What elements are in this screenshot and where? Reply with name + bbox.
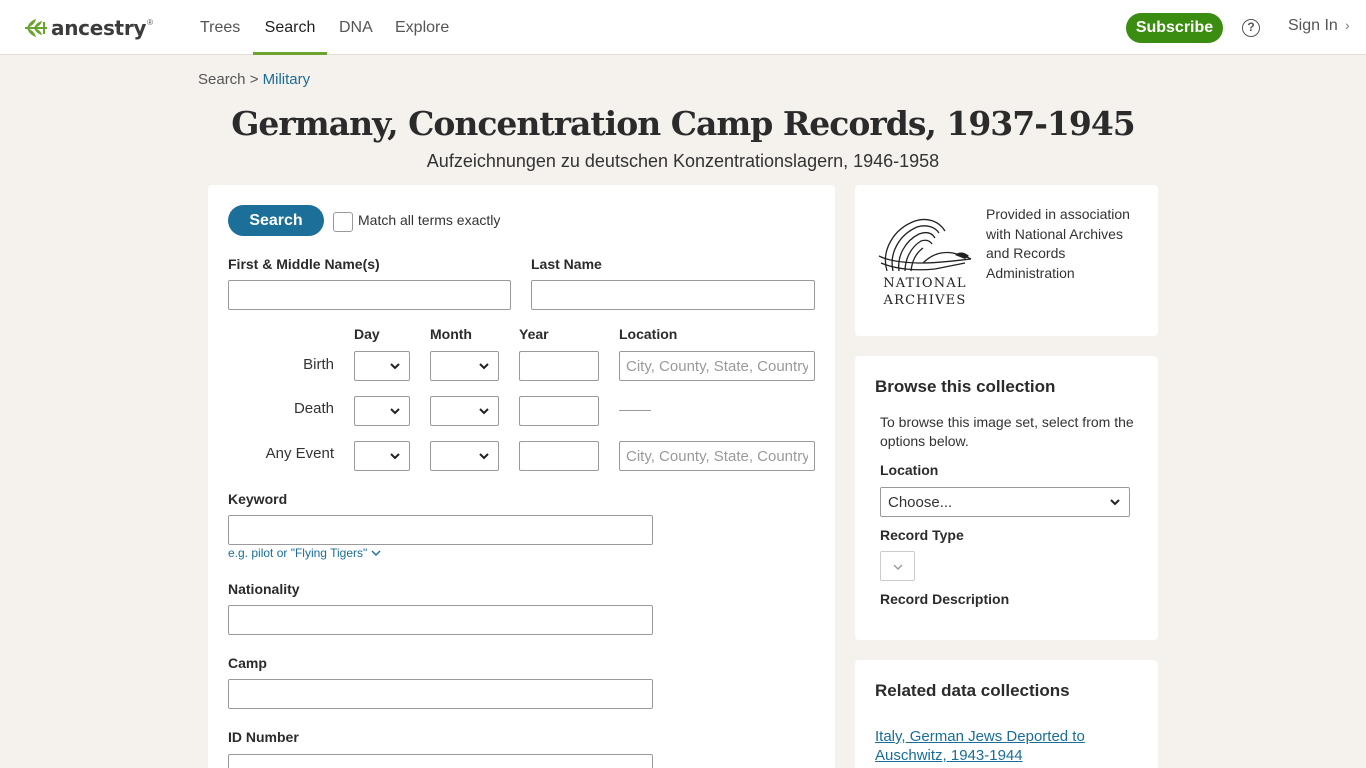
sign-in-link[interactable]: Sign In bbox=[1288, 17, 1338, 35]
nav-trees[interactable]: Trees bbox=[200, 0, 240, 55]
breadcrumb-military[interactable]: Military bbox=[263, 71, 311, 88]
match-exact-label: Match all terms exactly bbox=[358, 212, 501, 228]
national-archives-logo: NATIONAL ARCHIVES bbox=[878, 218, 972, 307]
breadcrumb-separator: > bbox=[249, 71, 259, 88]
nav-explore[interactable]: Explore bbox=[395, 0, 449, 55]
chevron-down-icon bbox=[390, 408, 400, 415]
match-exact-checkbox[interactable] bbox=[333, 212, 353, 232]
any-event-year-input[interactable] bbox=[519, 441, 599, 471]
keyword-hint-text: e.g. pilot or "Flying Tigers" bbox=[228, 546, 368, 560]
browse-location-value: Choose... bbox=[888, 494, 953, 511]
id-number-input[interactable] bbox=[228, 754, 653, 768]
breadcrumb: Search > Military bbox=[198, 71, 310, 88]
nav-dna[interactable]: DNA bbox=[339, 0, 373, 55]
first-name-input[interactable] bbox=[228, 280, 511, 310]
related-collections-panel: Related data collections Italy, German J… bbox=[855, 660, 1158, 768]
related-title: Related data collections bbox=[875, 681, 1070, 700]
browse-location-select[interactable]: Choose... bbox=[880, 487, 1130, 517]
camp-label: Camp bbox=[228, 655, 267, 671]
death-month-select[interactable] bbox=[430, 396, 499, 426]
nationality-label: Nationality bbox=[228, 581, 300, 597]
birth-month-select[interactable] bbox=[430, 351, 499, 381]
chevron-down-icon bbox=[479, 408, 489, 415]
any-event-row-label: Any Event bbox=[265, 445, 334, 462]
nav-search[interactable]: Search bbox=[253, 0, 327, 55]
logo-text-archives: ARCHIVES bbox=[883, 293, 967, 307]
page-subtitle: Aufzeichnungen zu deutschen Konzentratio… bbox=[426, 151, 940, 171]
chevron-down-icon bbox=[893, 564, 903, 570]
record-type-label: Record Type bbox=[880, 527, 964, 543]
location-column-label: Location bbox=[619, 326, 678, 342]
record-description-label: Record Description bbox=[880, 591, 1010, 607]
chevron-down-icon bbox=[390, 453, 400, 460]
death-year-input[interactable] bbox=[519, 396, 599, 426]
provider-info-panel: NATIONAL ARCHIVES Provided in associatio… bbox=[855, 185, 1158, 336]
browse-title: Browse this collection bbox=[875, 377, 1056, 396]
birth-day-select[interactable] bbox=[354, 351, 410, 381]
year-column-label: Year bbox=[519, 326, 549, 342]
leaf-icon bbox=[25, 19, 47, 37]
any-event-location-input[interactable] bbox=[619, 441, 815, 471]
logo-wordmark: ancestry bbox=[51, 16, 147, 40]
record-type-select[interactable] bbox=[880, 551, 915, 581]
keyword-label: Keyword bbox=[228, 491, 288, 507]
logo-trademark: ® bbox=[147, 18, 154, 27]
chevron-down-icon bbox=[1110, 499, 1120, 506]
birth-location-input[interactable] bbox=[619, 351, 815, 381]
any-event-month-select[interactable] bbox=[430, 441, 499, 471]
chevron-down-icon bbox=[371, 550, 381, 556]
active-nav-indicator bbox=[253, 52, 327, 55]
nationality-input[interactable] bbox=[228, 605, 653, 635]
subscribe-button[interactable]: Subscribe bbox=[1126, 13, 1223, 43]
any-event-day-select[interactable] bbox=[354, 441, 410, 471]
chevron-right-icon: › bbox=[1345, 17, 1350, 33]
chevron-down-icon bbox=[390, 363, 400, 370]
top-navigation-bar: ancestry ® Trees Search DNA Explore Subs… bbox=[0, 0, 1366, 55]
related-collection-link[interactable]: Italy, German Jews Deported to Auschwitz… bbox=[875, 727, 1105, 765]
last-name-input[interactable] bbox=[531, 280, 815, 310]
day-column-label: Day bbox=[354, 326, 380, 342]
help-icon[interactable]: ? bbox=[1242, 19, 1260, 37]
nav-search-label: Search bbox=[264, 19, 316, 36]
id-number-label: ID Number bbox=[228, 729, 299, 745]
provider-description: Provided in association with National Ar… bbox=[986, 206, 1130, 281]
first-name-label: First & Middle Name(s) bbox=[228, 256, 380, 272]
breadcrumb-search[interactable]: Search bbox=[198, 71, 246, 88]
search-button[interactable]: Search bbox=[228, 205, 324, 236]
search-form-panel: Search Match all terms exactly First & M… bbox=[208, 185, 835, 768]
death-day-select[interactable] bbox=[354, 396, 410, 426]
birth-row-label: Birth bbox=[303, 356, 334, 373]
chevron-down-icon bbox=[479, 453, 489, 460]
death-row-label: Death bbox=[293, 400, 334, 417]
ancestry-logo[interactable]: ancestry ® bbox=[24, 15, 153, 41]
keyword-input[interactable] bbox=[228, 515, 653, 545]
last-name-label: Last Name bbox=[531, 256, 602, 272]
page-title: Germany, Concentration Camp Records, 193… bbox=[231, 104, 1136, 143]
birth-year-input[interactable] bbox=[519, 351, 599, 381]
keyword-hint-toggle[interactable]: e.g. pilot or "Flying Tigers" bbox=[228, 546, 381, 560]
browse-description: To browse this image set, select from th… bbox=[880, 414, 1134, 449]
browse-location-label: Location bbox=[880, 462, 939, 478]
chevron-down-icon bbox=[479, 363, 489, 370]
logo-text-national: NATIONAL bbox=[883, 276, 967, 291]
empty-location-dash bbox=[619, 410, 651, 411]
browse-collection-panel: Browse this collection To browse this im… bbox=[855, 356, 1158, 640]
month-column-label: Month bbox=[430, 326, 472, 342]
camp-input[interactable] bbox=[228, 679, 653, 709]
